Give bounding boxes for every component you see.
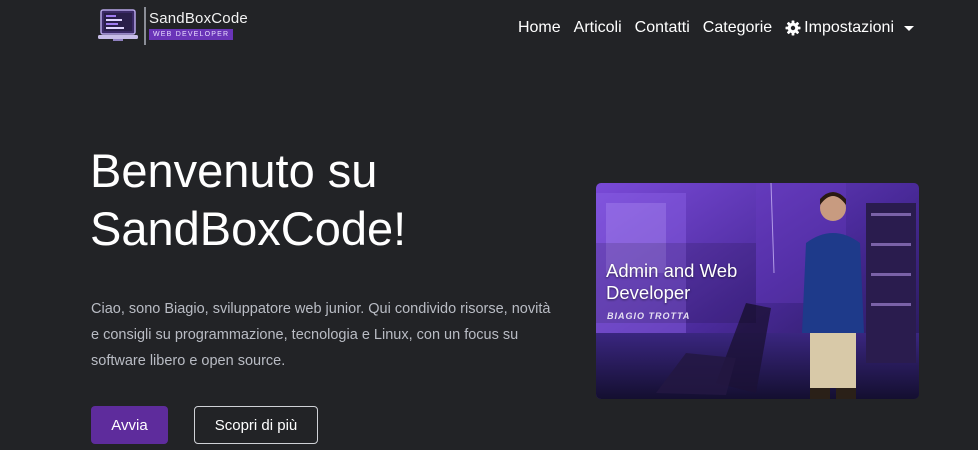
nav-home[interactable]: Home xyxy=(518,18,561,38)
chevron-down-icon xyxy=(904,25,914,31)
main-menu: Home Articoli Contatti Categorie Imposta… xyxy=(518,18,914,38)
hero-title-line-2: SandBoxCode! xyxy=(90,202,407,255)
hero-title-line-1: Benvenuto su xyxy=(90,144,378,197)
nav-contatti[interactable]: Contatti xyxy=(635,18,690,38)
gear-icon xyxy=(785,20,801,36)
card-subtitle: BIAGIO TROTTA xyxy=(607,311,691,321)
learn-more-button[interactable]: Scopri di più xyxy=(194,406,318,444)
logo-divider xyxy=(144,7,146,45)
brand-tagline: WEB DEVELOPER xyxy=(149,29,234,40)
laptop-code-icon xyxy=(98,9,138,41)
nav-articoli[interactable]: Articoli xyxy=(574,18,622,38)
start-button[interactable]: Avvia xyxy=(91,406,168,444)
brand-logo[interactable]: SandBoxCode WEB DEVELOPER xyxy=(97,6,248,46)
hero-image-card: Admin and Web Developer BIAGIO TROTTA xyxy=(596,183,919,399)
settings-dropdown[interactable]: Impostazioni xyxy=(785,19,914,37)
brand-name: SandBoxCode xyxy=(149,10,248,27)
logo-text: SandBoxCode WEB DEVELOPER xyxy=(149,6,248,40)
card-title-line-1: Admin and Web xyxy=(606,260,738,281)
card-title: Admin and Web Developer xyxy=(606,260,737,304)
settings-label: Impostazioni xyxy=(804,19,894,36)
hero-title: Benvenuto su SandBoxCode! xyxy=(90,142,530,258)
hero-description: Ciao, sono Biagio, sviluppatore web juni… xyxy=(91,301,551,369)
nav-categorie[interactable]: Categorie xyxy=(703,18,772,38)
card-title-line-2: Developer xyxy=(606,282,691,303)
navbar: SandBoxCode WEB DEVELOPER Home Articoli … xyxy=(0,0,978,58)
